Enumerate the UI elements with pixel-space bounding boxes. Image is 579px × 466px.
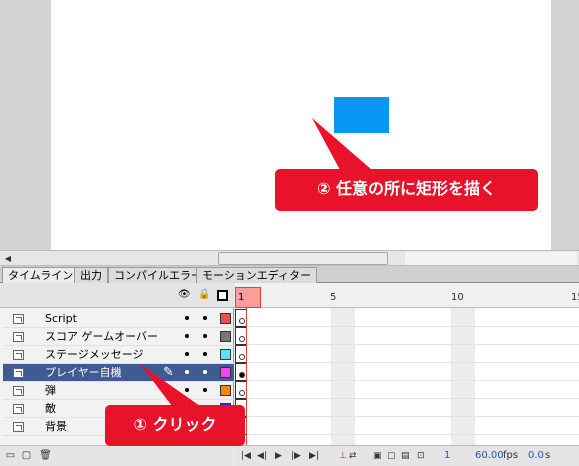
callout-tails bbox=[140, 118, 372, 406]
callout-draw-rectangle: ② 任意の所に矩形を描く bbox=[275, 169, 538, 211]
callout-draw-tail bbox=[312, 118, 372, 170]
callout-click-tail bbox=[140, 364, 200, 406]
callout-click: ① クリック bbox=[105, 405, 245, 446]
